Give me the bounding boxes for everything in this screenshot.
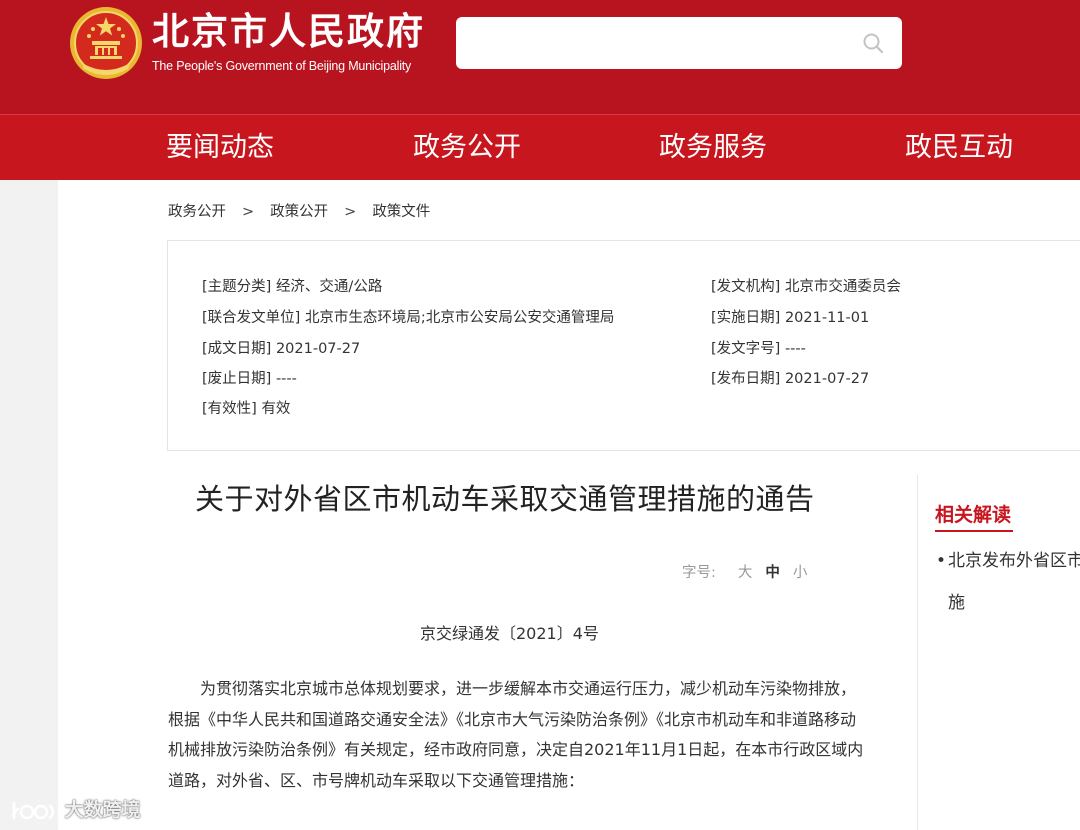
sidebar-divider [917, 475, 918, 830]
meta-publish-date-value: 2021-07-27 [784, 371, 870, 387]
nav-item-gov-affairs-open[interactable]: 政务公开 [413, 115, 521, 181]
meta-doc-number-value: ---- [784, 341, 806, 357]
meta-joint-issuer-key: [联合发文单位] [202, 310, 301, 326]
meta-effective-date: [实施日期] 2021-11-01 [711, 306, 869, 327]
font-size-medium-button[interactable]: 中 [765, 561, 780, 582]
breadcrumb-item-gov-affairs-open[interactable]: 政务公开 [168, 200, 226, 221]
meta-doc-number-key: [发文字号] [711, 341, 781, 357]
meta-written-date-value: 2021-07-27 [275, 341, 361, 357]
nav-item-gov-services[interactable]: 政务服务 [659, 115, 767, 181]
breadcrumb-item-policy-docs[interactable]: 政策文件 [372, 200, 430, 221]
document-paragraph: 为贯彻落实北京城市总体规划要求，进一步缓解本市交通运行压力，减少机动车污染物排放… [168, 679, 864, 790]
meta-repeal-date-value: ---- [275, 371, 297, 387]
nav-item-news[interactable]: 要闻动态 [166, 115, 274, 181]
search-icon[interactable] [862, 32, 884, 54]
meta-effective-date-key: [实施日期] [711, 310, 781, 326]
meta-repeal-date: [废止日期] ---- [202, 367, 297, 388]
meta-publish-date: [发布日期] 2021-07-27 [711, 367, 869, 388]
watermark: 大数跨境 [10, 795, 141, 823]
font-size-label: 字号: [682, 565, 716, 581]
meta-effective-date-value: 2021-11-01 [784, 310, 870, 326]
nav-item-interaction[interactable]: 政民互动 [905, 115, 1013, 181]
breadcrumb: 政务公开 > 政策公开 > 政策文件 [168, 200, 430, 221]
document-title: 关于对外省区市机动车采取交通管理措施的通告 [195, 482, 815, 516]
document-metadata: [主题分类] 经济、交通/公路 [发文机构] 北京市交通委员会 [联合发文单位]… [167, 240, 1080, 451]
meta-issuer: [发文机构] 北京市交通委员会 [711, 275, 901, 296]
bullet-icon: • [936, 551, 947, 571]
site-subtitle: The People's Government of Beijing Munic… [152, 59, 412, 73]
font-size-control: 字号: 大中小 [682, 561, 807, 582]
main-nav: 要闻动态 政务公开 政务服务 政民互动 [0, 114, 1080, 180]
national-emblem-icon[interactable] [68, 5, 144, 81]
related-reading-link-text2[interactable]: 施 [936, 582, 1080, 624]
meta-topic: [主题分类] 经济、交通/公路 [202, 275, 382, 296]
meta-written-date: [成文日期] 2021-07-27 [202, 337, 360, 358]
related-reading-link-text1[interactable]: 北京发布外省区市 [948, 551, 1080, 571]
meta-joint-issuer-value: 北京市生态环境局;北京市公安局公安交通管理局 [304, 310, 615, 326]
meta-publish-date-key: [发布日期] [711, 371, 781, 387]
meta-repeal-date-key: [废止日期] [202, 371, 272, 387]
meta-topic-value: 经济、交通/公路 [275, 279, 383, 295]
meta-joint-issuer: [联合发文单位] 北京市生态环境局;北京市公安局公安交通管理局 [202, 306, 614, 327]
meta-doc-number: [发文字号] ---- [711, 337, 806, 358]
search-input[interactable] [456, 17, 902, 69]
breadcrumb-separator: > [242, 204, 255, 220]
meta-validity-value: 有效 [261, 401, 291, 417]
meta-issuer-key: [发文机构] [711, 279, 781, 295]
watermark-logo-icon [12, 801, 55, 819]
breadcrumb-separator: > [344, 204, 357, 220]
document-number: 京交绿通发〔2021〕4号 [420, 624, 599, 643]
meta-validity-key: [有效性] [202, 401, 257, 417]
meta-validity: [有效性] 有效 [202, 397, 290, 418]
related-reading-link-line1[interactable]: • 北京发布外省区市 [936, 540, 1080, 582]
font-size-large-button[interactable]: 大 [738, 561, 753, 582]
related-reading-link[interactable]: • 北京发布外省区市 施 [936, 540, 1080, 624]
site-title[interactable]: 北京市人民政府 [152, 10, 425, 54]
left-gutter [0, 180, 58, 830]
site-header: 北京市人民政府 The People's Government of Beiji… [0, 0, 1080, 114]
font-size-small-button[interactable]: 小 [793, 561, 808, 582]
related-reading-title: 相关解读 [935, 504, 1012, 526]
related-reading-underline [935, 530, 1013, 532]
meta-issuer-value: 北京市交通委员会 [784, 279, 901, 295]
watermark-text: 大数跨境 [64, 799, 141, 821]
meta-written-date-key: [成文日期] [202, 341, 272, 357]
breadcrumb-item-policy-open[interactable]: 政策公开 [270, 200, 328, 221]
meta-topic-key: [主题分类] [202, 279, 272, 295]
